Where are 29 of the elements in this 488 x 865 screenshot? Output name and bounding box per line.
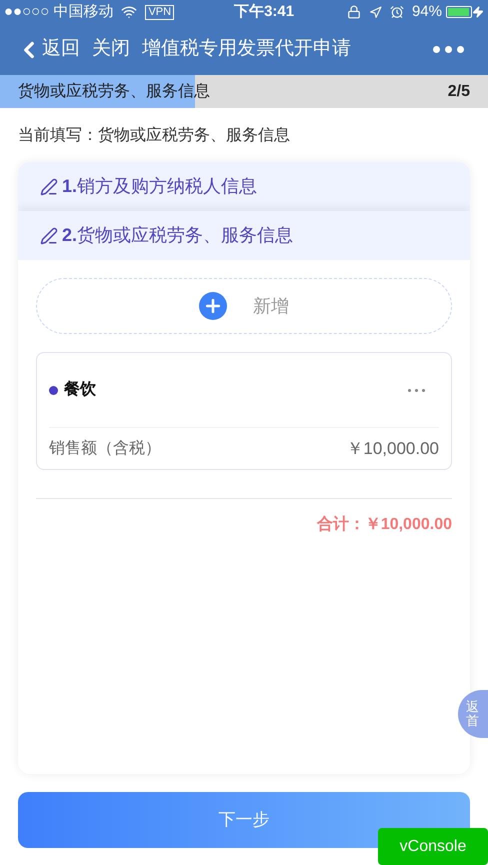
clock-text: 下午3:41 xyxy=(234,2,294,22)
progress-label: 货物或应税劳务、服务信息 xyxy=(18,82,210,102)
lock-icon xyxy=(346,5,361,19)
back-button[interactable]: 返回 xyxy=(16,35,80,64)
pen-icon xyxy=(40,178,58,196)
wifi-icon xyxy=(121,4,138,20)
vconsole-button[interactable]: vConsole xyxy=(378,828,488,865)
progress-step: 2/5 xyxy=(448,80,470,104)
more-icon[interactable] xyxy=(408,388,425,392)
amount-text: ￥10,000.00 xyxy=(346,438,439,460)
close-button[interactable]: 关闭 xyxy=(92,35,130,64)
item-name: 餐饮 xyxy=(64,380,96,400)
field-label: 销售额（含税） xyxy=(49,438,161,458)
total-text: 合计：￥10,000.00 xyxy=(316,514,452,535)
carrier-text: ●●○○○ 中国移动 xyxy=(4,2,114,22)
current-step-text: 当前填写：货物或应税劳务、服务信息 xyxy=(17,126,291,146)
location-icon xyxy=(368,6,382,18)
plus-icon xyxy=(203,296,223,316)
vpn-badge: VPN xyxy=(145,4,174,20)
page-title: 增值税专用发票代开申请 xyxy=(142,37,351,62)
pen-icon xyxy=(40,226,58,244)
alarm-icon xyxy=(390,5,404,19)
section-header[interactable]: 1.销方及购方纳税人信息 xyxy=(18,162,470,211)
battery-icon xyxy=(446,6,472,18)
charging-icon xyxy=(472,6,484,18)
battery-text: 94% xyxy=(412,2,442,22)
more-button[interactable] xyxy=(433,46,464,53)
section-header[interactable]: 2.货物或应税劳务、服务信息 xyxy=(18,211,470,260)
add-button[interactable]: 新增 xyxy=(36,278,452,334)
